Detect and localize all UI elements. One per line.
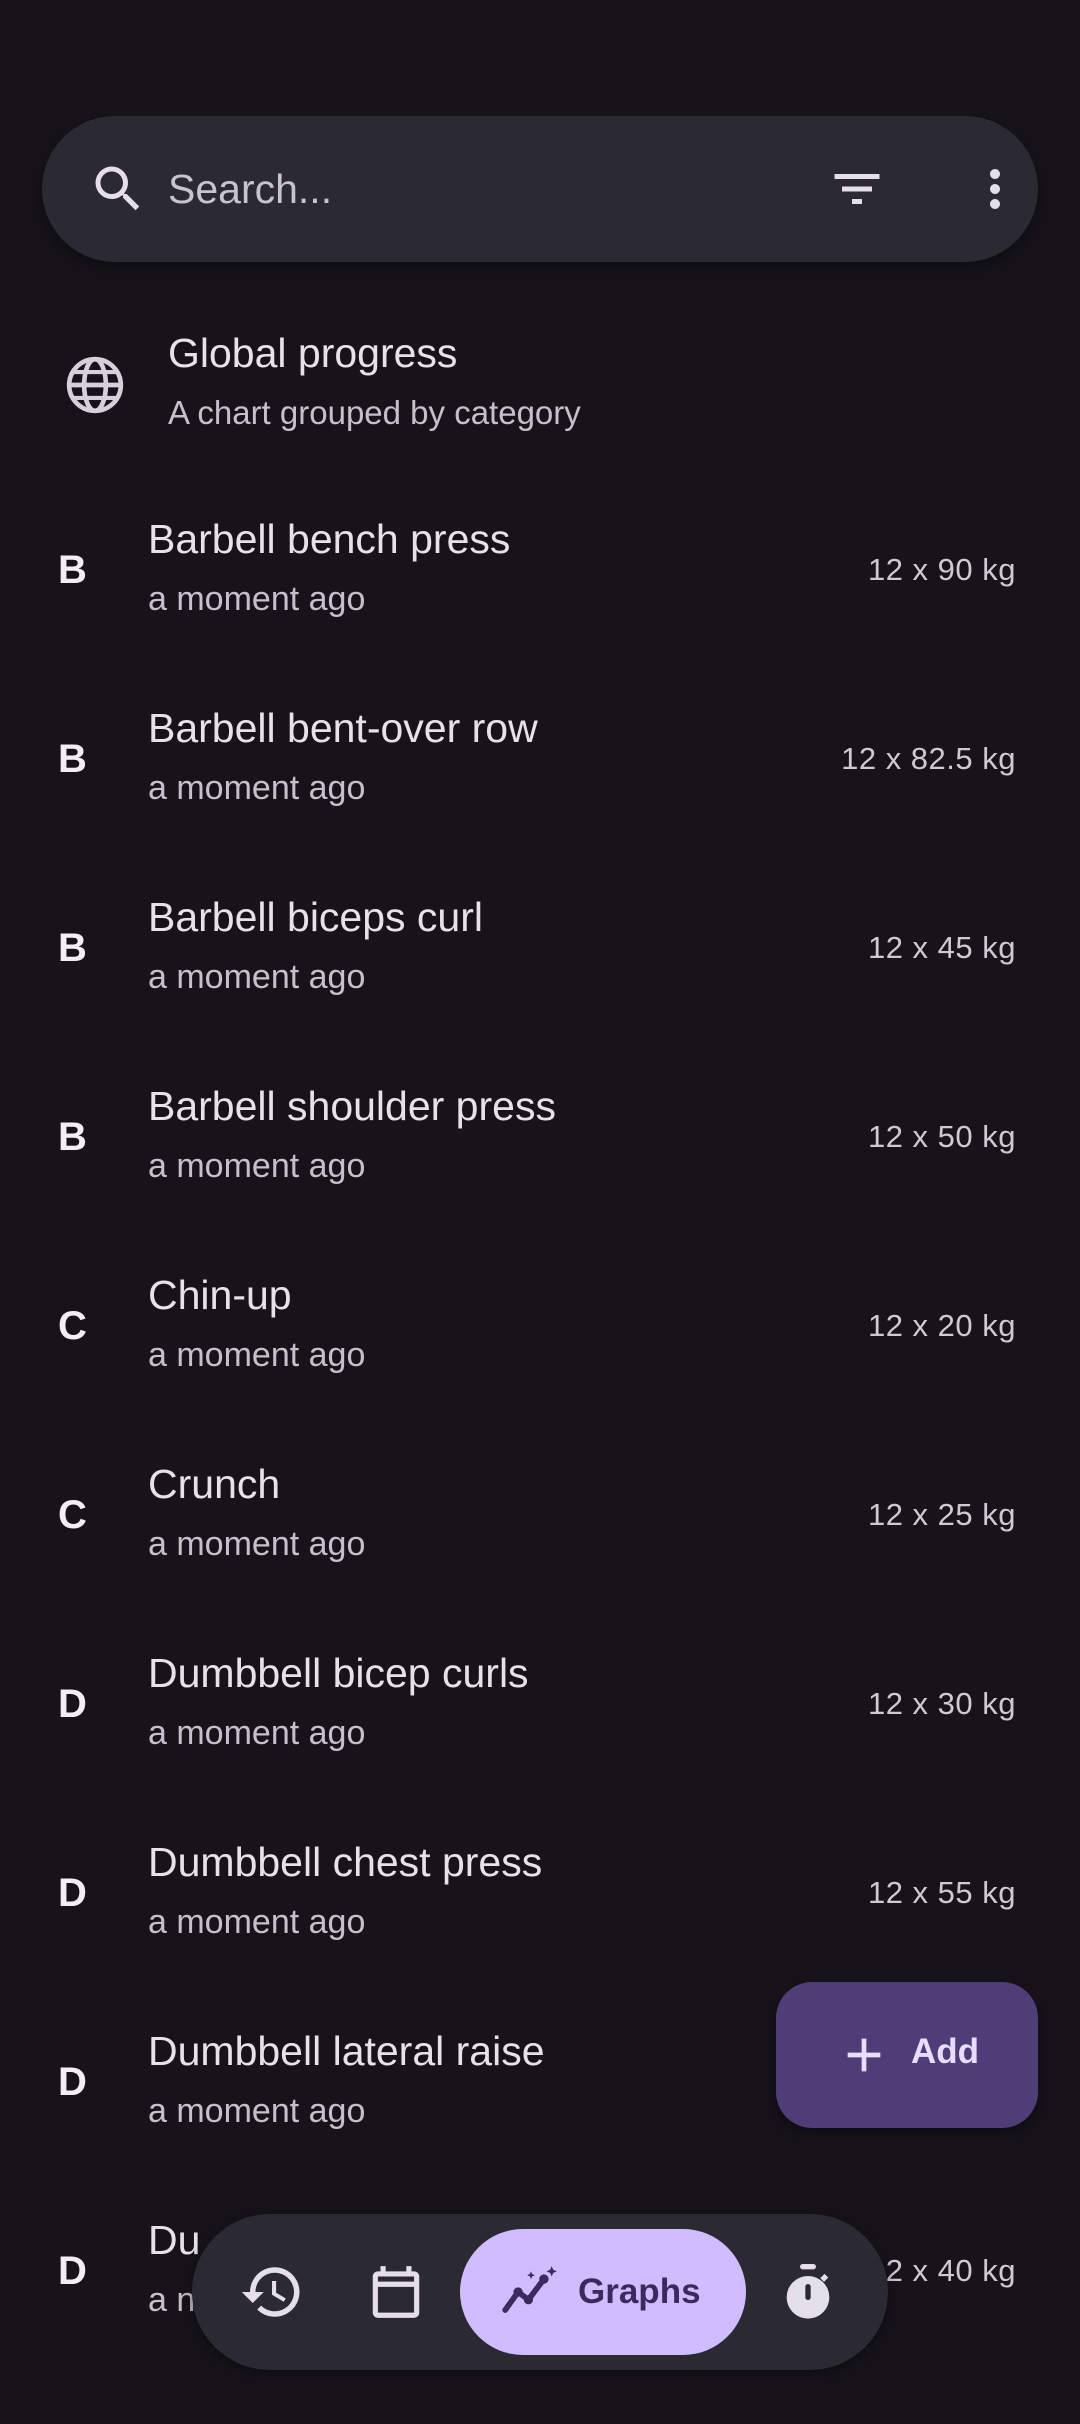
list-item-time: a moment ago	[148, 1903, 366, 1941]
nav-timer-button[interactable]	[768, 2252, 848, 2332]
list-item-name: Crunch	[148, 1461, 281, 1507]
list-item-weight: 12 x 90 kg	[867, 552, 1016, 587]
more-options-button[interactable]	[960, 154, 1030, 224]
global-progress-subtitle: A chart grouped by category	[168, 394, 581, 431]
list-item-name: Barbell bent-over row	[148, 705, 538, 751]
list-item-time: a moment ago	[148, 1525, 366, 1563]
list-item-weight: 12 x 50 kg	[867, 1119, 1016, 1154]
list-item[interactable]: B Barbell bench press a moment ago 12 x …	[0, 494, 1080, 664]
list-item[interactable]: B Barbell bent-over row a moment ago 12 …	[0, 683, 1080, 853]
list-item-time: a moment ago	[148, 2092, 366, 2130]
list-item-letter: D	[58, 1682, 87, 1726]
globe-icon	[66, 356, 124, 414]
list-item-letter: D	[58, 2060, 87, 2104]
bottom-navigation: Graphs	[192, 2214, 888, 2370]
list-item-time: a moment ago	[148, 1714, 366, 1752]
list-item-name: Barbell shoulder press	[148, 1083, 556, 1129]
app-screen: Global progress A chart grouped by categ…	[0, 0, 1080, 2424]
list-item-letter: D	[58, 1871, 87, 1915]
list-item-name: Dumbbell chest press	[148, 1839, 543, 1885]
list-item-letter: C	[58, 1304, 87, 1348]
list-item-name: Dumbbell bicep curls	[148, 1650, 529, 1696]
list-item[interactable]: D Dumbbell bicep curls a moment ago 12 x…	[0, 1628, 1080, 1798]
list-item-time: a moment ago	[148, 769, 366, 807]
list-item[interactable]: D Dumbbell chest press a moment ago 12 x…	[0, 1817, 1080, 1987]
list-item-letter: B	[58, 737, 87, 781]
list-item[interactable]: B Barbell shoulder press a moment ago 12…	[0, 1061, 1080, 1231]
history-icon	[241, 2267, 300, 2317]
global-progress-item[interactable]: Global progress A chart grouped by categ…	[0, 310, 1080, 460]
global-progress-title: Global progress	[168, 330, 458, 376]
graphs-icon	[502, 2266, 557, 2313]
add-button-label: Add	[911, 2032, 980, 2071]
nav-history-button[interactable]	[232, 2252, 312, 2332]
list-item-weight: 12 x 20 kg	[867, 1308, 1016, 1343]
list-item-letter: B	[58, 1115, 87, 1159]
filter-icon	[834, 174, 880, 204]
list-item-letter: B	[58, 548, 87, 592]
list-item-time: a moment ago	[148, 1336, 366, 1374]
list-item-weight: 2 x 40 kg	[885, 2253, 1016, 2288]
list-item[interactable]: C Crunch a moment ago 12 x 25 kg	[0, 1439, 1080, 1609]
list-item-time: a moment ago	[148, 1147, 366, 1185]
list-item-letter: B	[58, 926, 87, 970]
search-icon	[95, 166, 140, 211]
filter-button[interactable]	[822, 154, 892, 224]
list-item-weight: 12 x 82.5 kg	[841, 741, 1016, 776]
list-item-name: Du	[148, 2217, 201, 2263]
list-item-name: Dumbbell lateral raise	[148, 2028, 545, 2074]
nav-calendar-button[interactable]	[356, 2252, 436, 2332]
nav-graphs-button[interactable]: Graphs	[460, 2229, 746, 2355]
list-item-weight: 12 x 55 kg	[867, 1875, 1016, 1910]
list-item[interactable]: B Barbell biceps curl a moment ago 12 x …	[0, 872, 1080, 1042]
search-bar[interactable]	[42, 116, 1038, 262]
add-button[interactable]: Add	[776, 1982, 1038, 2128]
list-item-name: Barbell biceps curl	[148, 894, 483, 940]
timer-icon	[786, 2264, 830, 2319]
list-item-name: Barbell bench press	[148, 516, 511, 562]
nav-graphs-label: Graphs	[578, 2272, 701, 2311]
list-item-weight: 12 x 45 kg	[867, 930, 1016, 965]
list-item-name: Chin-up	[148, 1272, 292, 1318]
search-input[interactable]	[168, 146, 788, 232]
plus-icon	[847, 2038, 881, 2072]
calendar-icon	[372, 2266, 420, 2318]
list-item-time: a moment ago	[148, 580, 366, 618]
more-vert-icon	[990, 169, 1000, 209]
list-item-weight: 12 x 25 kg	[867, 1497, 1016, 1532]
list-item-time: a moment ago	[148, 958, 366, 996]
list-item-letter: D	[58, 2249, 87, 2293]
list-item[interactable]: C Chin-up a moment ago 12 x 20 kg	[0, 1250, 1080, 1420]
list-item-letter: C	[58, 1493, 87, 1537]
list-item-time: a n	[148, 2281, 196, 2319]
list-item-weight: 12 x 30 kg	[867, 1686, 1016, 1721]
